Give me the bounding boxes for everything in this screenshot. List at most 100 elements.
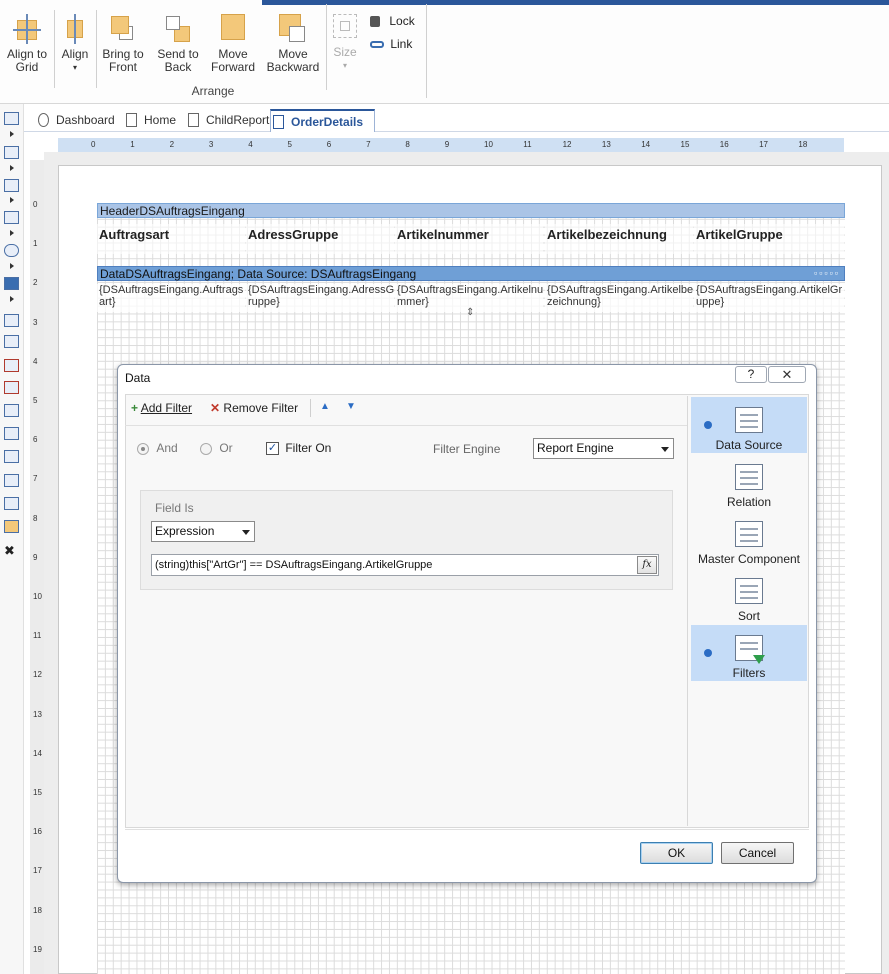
expression-input[interactable]: (string)this["ArtGr"] == DSAuftragsEinga…: [151, 554, 659, 576]
footer-band-tool-icon[interactable]: [4, 427, 19, 440]
data-cell[interactable]: {DSAuftragsEingang.Auftrags art}: [97, 284, 245, 312]
image-tool-icon[interactable]: [4, 497, 19, 510]
header-cell[interactable]: ArtikelGruppe: [694, 224, 844, 254]
header-cell-text: ArtikelGruppe: [696, 227, 783, 242]
report-title-tool-icon[interactable]: [4, 359, 19, 372]
move-up-icon[interactable]: ▲: [320, 401, 330, 412]
active-dot-icon: [704, 649, 712, 657]
align-button[interactable]: Align ▾: [58, 14, 92, 74]
link-button[interactable]: Link: [370, 37, 412, 51]
header-cell[interactable]: Artikelnummer: [395, 224, 543, 254]
expand-arrow-icon[interactable]: [10, 131, 14, 137]
remove-filter-button[interactable]: ✕ Remove Filter: [210, 401, 298, 415]
shape-tool-icon[interactable]: [4, 244, 19, 257]
component-tool-icon[interactable]: [4, 277, 19, 290]
lock-icon: [370, 16, 380, 28]
header-cell-text: Auftragsart: [99, 227, 170, 242]
data-cell[interactable]: {DSAuftragsEingang.ArtikelGr uppe}: [694, 284, 844, 312]
header-cell[interactable]: AdressGruppe: [246, 224, 394, 254]
data-band-tool-icon[interactable]: [4, 335, 19, 348]
data-band-bar[interactable]: DataDSAuftragsEingang; Data Source: DSAu…: [97, 266, 845, 281]
align-label: Align: [61, 47, 89, 61]
link-icon: [370, 41, 384, 49]
bring-to-front-button[interactable]: Bring to Front: [101, 14, 145, 74]
tab-orderdetails[interactable]: OrderDetails: [270, 109, 375, 132]
ruler-tick-label: 18: [798, 140, 808, 149]
ruler-tick-label: 12: [33, 670, 42, 680]
move-down-icon[interactable]: ▼: [346, 401, 356, 412]
cancel-button[interactable]: Cancel: [721, 842, 794, 864]
align-to-grid-button[interactable]: Align to Grid: [4, 14, 50, 74]
data-cell[interactable]: {DSAuftragsEingang.AdressG ruppe}: [246, 284, 394, 312]
expand-arrow-icon[interactable]: [10, 165, 14, 171]
header-band-bar[interactable]: HeaderDSAuftragsEingang: [97, 203, 845, 218]
text-tool-icon[interactable]: [4, 179, 19, 192]
expression-editor-button[interactable]: fx: [637, 556, 657, 574]
cancel-label: Cancel: [738, 846, 777, 860]
expand-arrow-icon[interactable]: [10, 197, 14, 203]
nav-data-source[interactable]: Data Source: [691, 397, 807, 453]
tools-icon[interactable]: ✖: [4, 544, 19, 557]
remove-icon: ✕: [210, 401, 221, 415]
ruler-tick-label: 17: [33, 866, 42, 876]
help-icon: ?: [747, 367, 755, 381]
move-forward-button[interactable]: Move Forward: [210, 14, 256, 74]
ruler-tick-label: 1: [33, 239, 38, 249]
header-cell[interactable]: Auftragsart: [97, 224, 245, 254]
add-filter-button[interactable]: + Add Filter: [131, 401, 192, 415]
ribbon-separator: [326, 4, 327, 90]
ok-button[interactable]: OK: [640, 842, 713, 864]
ruler-tick-label: 15: [680, 140, 690, 149]
move-backward-button[interactable]: Move Backward: [266, 14, 320, 74]
send-to-back-button[interactable]: Send to Back: [156, 14, 200, 74]
report-summary-tool-icon[interactable]: [4, 381, 19, 394]
ruler-tick-label: 13: [33, 709, 42, 719]
align-to-grid-icon: [13, 14, 41, 44]
size-button[interactable]: Size ▾: [330, 12, 360, 72]
nav-relation[interactable]: Relation: [691, 454, 807, 510]
tab-childreport[interactable]: ChildReport: [186, 109, 269, 132]
and-radio[interactable]: And: [137, 441, 178, 455]
nav-label: Filters: [732, 666, 766, 680]
barcode-tool-icon[interactable]: [4, 211, 19, 224]
move-forward-label-2: Forward: [210, 60, 255, 74]
ruler-tick-label: 16: [719, 140, 729, 149]
group-header-tool-icon[interactable]: [4, 450, 19, 463]
expand-arrow-icon[interactable]: [10, 296, 14, 302]
relation-icon: [735, 464, 763, 490]
filter-engine-label: Filter Engine: [433, 442, 501, 456]
field-is-value: Expression: [155, 524, 215, 538]
resize-handle-icon[interactable]: ⇕: [466, 307, 474, 318]
header-cell[interactable]: Artikelbezeichnung: [545, 224, 693, 254]
band-toolbar-icons[interactable]: ▫▫▫▫▫: [814, 269, 840, 278]
cross-band-tool-icon[interactable]: [4, 146, 19, 159]
close-button[interactable]: ✕: [768, 366, 806, 383]
ruler-tick-label: 1: [130, 140, 135, 149]
help-button[interactable]: ?: [735, 366, 767, 383]
tab-dashboard[interactable]: Dashboard: [36, 109, 116, 132]
lock-button[interactable]: Lock: [370, 14, 415, 28]
text-box-tool-icon[interactable]: [4, 474, 19, 487]
filter-on-checkbox[interactable]: ✓ Filter On: [266, 441, 332, 456]
field-is-select[interactable]: Expression: [151, 521, 255, 542]
data-cell-line-1: {DSAuftragsEingang.Auftrags: [99, 284, 244, 296]
expand-arrow-icon[interactable]: [10, 230, 14, 236]
tab-home[interactable]: Home: [124, 109, 182, 132]
chevron-down-icon: ▾: [342, 61, 347, 70]
data-band-title: DataDSAuftragsEingang; Data Source: DSAu…: [100, 267, 417, 281]
ruler-tick-label: 19: [33, 944, 42, 954]
nav-filters[interactable]: Filters: [691, 625, 807, 681]
chart-tool-icon[interactable]: [4, 520, 19, 533]
nav-sort[interactable]: Sort: [691, 568, 807, 624]
header-band-tool-icon[interactable]: [4, 404, 19, 417]
nav-master-component[interactable]: Master Component: [691, 511, 807, 567]
chevron-down-icon: [661, 447, 669, 452]
or-radio[interactable]: Or: [200, 441, 233, 455]
ruler-tick-label: 8: [33, 513, 38, 523]
filter-on-label: Filter On: [285, 441, 332, 455]
band-tool-icon[interactable]: [4, 112, 19, 125]
expand-arrow-icon[interactable]: [10, 263, 14, 269]
filter-engine-select[interactable]: Report Engine: [533, 438, 674, 459]
page-header-tool-icon[interactable]: [4, 314, 19, 327]
data-cell[interactable]: {DSAuftragsEingang.Artikelbe zeichnung}: [545, 284, 693, 312]
